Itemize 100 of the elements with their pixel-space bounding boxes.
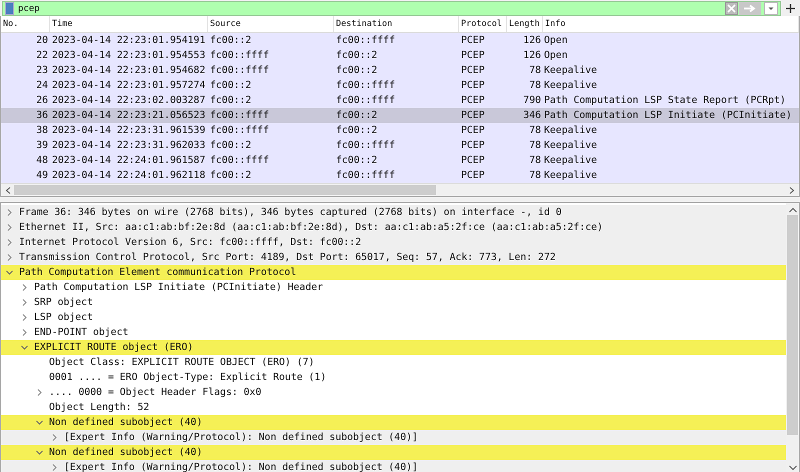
table-cell-text: fc00::ffff [209, 110, 270, 121]
table-cell-text: 78 [528, 140, 542, 151]
collapse-icon[interactable] [5, 268, 14, 277]
scroll-up-icon[interactable] [788, 207, 796, 213]
table-cell-text: 2023-04-14 22:24:01.961587 [51, 155, 206, 166]
packet-row[interactable]: 48 2023-04-14 22:24:01.961587 fc00::ffff fc00::2 PCEP 78 Keepalive [1, 153, 799, 168]
clear-icon[interactable] [725, 2, 738, 15]
packet-row[interactable]: 49 2023-04-14 22:24:01.962118 fc00::2 fc00::ffff PCEP 78 Keepalive [1, 168, 799, 183]
table-cell-text: PCEP [460, 35, 486, 46]
table-cell-text: 78 [528, 155, 542, 166]
add-icon[interactable] [786, 4, 795, 13]
scroll-left-icon[interactable] [5, 186, 11, 194]
tree-item[interactable]: Internet Protocol Version 6, Src: fc00::ffff, Dst: fc00::2 [1, 235, 786, 250]
scroll-down-icon[interactable] [788, 465, 796, 471]
table-cell-text: 78 [528, 65, 542, 76]
table-cell-text: 78 [528, 125, 542, 136]
table-cell-text: 78 [528, 80, 542, 91]
table-cell-text: PCEP [460, 125, 486, 136]
table-cell-text: fc00::ffff [335, 170, 396, 181]
collapse-icon[interactable] [35, 418, 44, 427]
horizontal-scrollbar[interactable] [1, 183, 799, 196]
packet-row[interactable]: 23 2023-04-14 22:23:01.954682 fc00::ffff fc00::2 PCEP 78 Keepalive [1, 63, 799, 78]
column-header[interactable]: Info [543, 16, 799, 32]
table-cell-text: 23 [35, 65, 49, 76]
table-cell-text: PCEP [460, 155, 486, 166]
expand-icon[interactable] [35, 388, 44, 397]
tree-text: Object Class: EXPLICIT ROUTE OBJECT (ERO) (7) [49, 357, 314, 368]
column-header[interactable]: Source [208, 16, 334, 32]
tree-item[interactable]: Path Computation Element communication Protocol [1, 265, 786, 280]
vertical-scrollbar[interactable] [786, 203, 799, 472]
table-cell-text: 346 [522, 110, 542, 121]
tree-text: [Expert Info (Warning/Protocol): Non defined subobject (40)] [64, 462, 418, 472]
scroll-right-icon[interactable] [789, 186, 795, 194]
tree-text: .... 0000 = Object Header Flags: 0x0 [49, 387, 262, 398]
table-cell-text: PCEP [460, 170, 486, 181]
tree-item[interactable]: Non defined subobject (40) [1, 445, 786, 460]
packet-row[interactable]: 38 2023-04-14 22:23:31.961539 fc00::ffff fc00::2 PCEP 78 Keepalive [1, 123, 799, 138]
column-header[interactable]: Destination [334, 16, 459, 32]
table-cell-text: 22 [35, 50, 49, 61]
table-cell-text: 2023-04-14 22:23:21.056523 [51, 110, 206, 121]
table-cell-text: fc00::ffff [209, 155, 270, 166]
packet-row[interactable]: 24 2023-04-14 22:23:01.957274 fc00::2 fc00::ffff PCEP 78 Keepalive [1, 78, 799, 93]
table-cell-text: fc00::ffff [335, 80, 396, 91]
table-cell-text: 2023-04-14 22:24:01.962118 [51, 170, 206, 181]
table-cell-text: Open [543, 35, 569, 46]
expand-icon[interactable] [50, 463, 59, 472]
column-header[interactable]: Time [50, 16, 208, 32]
table-cell-text: 26 [35, 95, 49, 106]
collapse-icon[interactable] [35, 448, 44, 457]
table-cell-text: 78 [528, 170, 542, 181]
filter-field[interactable]: pcep [2, 1, 781, 16]
table-cell-text: Open [543, 50, 569, 61]
tree-text: EXPLICIT ROUTE object (ERO) [34, 342, 194, 353]
table-cell-text: fc00::2 [209, 140, 252, 151]
table-cell-text: 20 [35, 35, 49, 46]
table-cell-text: PCEP [460, 50, 486, 61]
tree-text: Non defined subobject (40) [49, 417, 202, 428]
table-cell-text: fc00::2 [335, 155, 378, 166]
column-header[interactable]: No. [1, 16, 50, 32]
table-cell-text: 2023-04-14 22:23:31.961539 [51, 125, 206, 136]
packet-row[interactable]: 36 2023-04-14 22:23:21.056523 fc00::ffff fc00::2 PCEP 346 Path Computation LSP Initiate (PCInitiate) [1, 108, 799, 123]
bookmark-icon[interactable] [5, 2, 14, 15]
table-cell-text: 38 [35, 125, 49, 136]
tree-item[interactable]: [Expert Info (Warning/Protocol): Non defined subobject (40)] [1, 430, 786, 445]
tree-item[interactable]: [Expert Info (Warning/Protocol): Non defined subobject (40)] [1, 460, 786, 472]
column-header[interactable]: Length [507, 16, 543, 32]
table-cell-text: fc00::2 [209, 80, 252, 91]
table-cell-text: fc00::2 [209, 170, 252, 181]
packet-row[interactable]: 22 2023-04-14 22:23:01.954553 fc00::ffff fc00::2 PCEP 126 Open [1, 48, 799, 63]
tree-item[interactable]: Frame 36: 346 bytes on wire (2768 bits), 346 bytes captured (2768 bits) on interface -, id 0 [1, 205, 786, 220]
table-cell-text: fc00::ffff [335, 140, 396, 151]
tree-text: Ethernet II, Src: aa:c1:ab:bf:2e:8d (aa:c1:ab:bf:2e:8d), Dst: aa:c1:ab:a5:2f:ce (aa:c1:ab:a5:2f:ce) [19, 222, 603, 233]
table-cell-text: fc00::2 [209, 95, 252, 106]
table-cell-text: Keepalive [543, 65, 598, 76]
table-cell-text: Keepalive [543, 170, 598, 181]
table-cell-text: 49 [35, 170, 49, 181]
column-header[interactable]: Protocol [459, 16, 507, 32]
table-cell-text: 2023-04-14 22:23:01.957274 [51, 80, 206, 91]
table-cell-text: PCEP [460, 95, 486, 106]
tree-item[interactable]: Non defined subobject (40) [1, 415, 786, 430]
table-cell-text: PCEP [460, 80, 486, 91]
expand-icon[interactable] [50, 433, 59, 442]
packet-row[interactable]: 26 2023-04-14 22:23:02.003287 fc00::2 fc00::ffff PCEP 790 Path Computation LSP State Report (PCRpt) [1, 93, 799, 108]
packet-row[interactable]: 39 2023-04-14 22:23:31.962033 fc00::2 fc00::ffff PCEP 78 Keepalive [1, 138, 799, 153]
table-cell-text: 790 [522, 95, 542, 106]
collapse-icon[interactable] [20, 343, 29, 352]
table-cell-text: fc00::ffff [209, 50, 270, 61]
tree-text: Internet Protocol Version 6, Src: fc00::ffff, Dst: fc00::2 [19, 237, 362, 248]
packet-row[interactable]: 20 2023-04-14 22:23:01.954191 fc00::2 fc00::ffff PCEP 126 Open [1, 33, 799, 48]
tree-item[interactable]: Ethernet II, Src: aa:c1:ab:bf:2e:8d (aa:c1:ab:bf:2e:8d), Dst: aa:c1:ab:a5:2f:ce (aa:c1:ab:a5:2f:ce) [1, 220, 786, 235]
table-cell-text: PCEP [460, 140, 486, 151]
tree-item[interactable]: EXPLICIT ROUTE object (ERO) [1, 340, 786, 355]
tree-text: END-POINT object [34, 327, 128, 338]
table-cell-text: Path Computation LSP Initiate (PCInitiate) [543, 110, 793, 121]
table-cell-text: fc00::2 [335, 125, 378, 136]
tree-item[interactable]: Transmission Control Protocol, Src Port: 4189, Dst Port: 65017, Seq: 57, Ack: 773, Len: 272 [1, 250, 786, 265]
dropdown-icon[interactable] [764, 2, 778, 15]
table-cell-text: fc00::ffff [209, 125, 270, 136]
table-cell-text: 126 [522, 50, 542, 61]
tree-text: Object Length: 52 [49, 402, 150, 413]
